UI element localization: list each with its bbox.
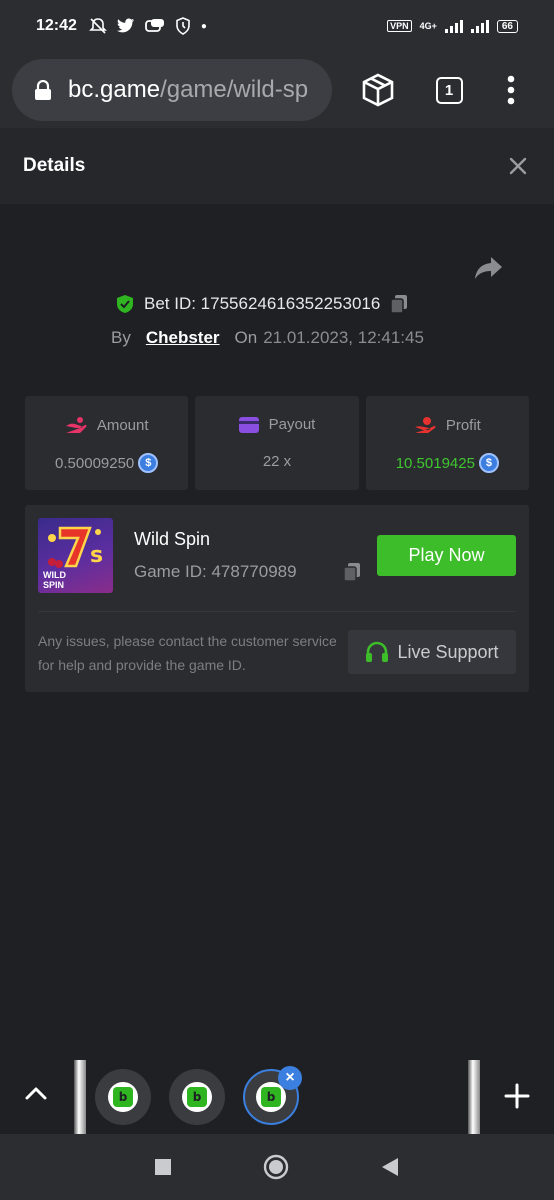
payout-card-icon <box>238 416 259 433</box>
stat-card-amount: Amount 0.50009250 $ <box>25 396 189 490</box>
android-nav-bar <box>0 1134 554 1200</box>
bet-id-row: Bet ID: 1755624616352253016 <box>116 294 408 314</box>
url-field[interactable]: bc.game/game/wild-sp <box>12 59 332 121</box>
live-support-label: Live Support <box>397 641 499 662</box>
stat-value-row: 10.5019425 $ <box>366 453 529 473</box>
share-icon[interactable] <box>474 255 504 281</box>
game-id: Game ID: 478770989 <box>134 562 297 581</box>
bell-off-icon <box>88 18 107 34</box>
bet-meta-row: By Chebster On 21.01.2023, 12:41:45 <box>111 328 424 348</box>
divider <box>38 611 516 612</box>
browser-menu-button[interactable] <box>487 66 535 114</box>
live-support-button[interactable]: Live Support <box>348 630 516 674</box>
close-icon[interactable] <box>508 156 528 176</box>
app-notification-icon <box>145 19 164 32</box>
bet-id: Bet ID: 1755624616352253016 <box>144 294 381 313</box>
tab-thumbnail[interactable]: b <box>95 1069 151 1125</box>
status-notification-icons: ● <box>88 17 207 35</box>
dot-icon: ● <box>200 20 207 32</box>
tab-switcher-button[interactable]: 1 <box>425 66 473 114</box>
twitter-icon <box>116 18 134 33</box>
stat-label: Profit <box>445 416 481 434</box>
verified-shield-icon <box>117 295 133 313</box>
stat-value: 22 x <box>262 453 292 470</box>
signal-strength-icon <box>444 19 463 33</box>
stat-value-row: 22 x <box>195 453 358 470</box>
battery-icon: 66 <box>496 19 518 33</box>
stat-value: 0.50009250 <box>55 454 135 472</box>
coin-symbol: $ <box>485 457 492 469</box>
by-label: By <box>111 328 131 347</box>
usdc-coin-icon: $ <box>138 453 159 473</box>
copy-icon[interactable] <box>343 562 361 582</box>
stat-label-row: Profit <box>366 416 529 434</box>
bcgame-logo-icon: b <box>108 1082 138 1112</box>
tab-strip-edge <box>468 1060 480 1134</box>
lock-icon <box>35 80 51 100</box>
tab-count-icon: 1 <box>435 76 463 104</box>
browser-toolbar: bc.game/game/wild-sp 1 <box>0 52 554 128</box>
thumb-text: WILD SPIN <box>43 570 66 590</box>
stat-label-row: Amount <box>25 416 188 434</box>
battery-level: 66 <box>501 20 513 32</box>
stat-label: Amount <box>96 416 149 434</box>
web3-cube-button[interactable] <box>354 66 402 114</box>
status-time: 12:42 <box>36 17 77 34</box>
user-link[interactable]: Chebster <box>146 328 220 348</box>
game-name: Wild Spin <box>134 529 211 549</box>
cube-icon <box>362 73 394 107</box>
details-title: Details <box>23 155 86 176</box>
shield-clock-icon <box>176 17 190 35</box>
copy-icon[interactable] <box>390 294 408 314</box>
details-header: Details <box>0 128 554 204</box>
game-thumbnail[interactable]: s WILD SPIN <box>38 518 113 593</box>
tab-close-icon[interactable]: × <box>278 1066 302 1090</box>
browser-tab-strip: b b b × <box>0 1058 554 1134</box>
stat-label-row: Payout <box>195 416 358 433</box>
url-path: /game/wild-sp <box>160 76 309 103</box>
amount-icon <box>65 417 87 433</box>
status-system-icons: VPN 4G+ 66 <box>387 19 518 33</box>
tab-strip-edge <box>74 1060 86 1134</box>
tab-thumbnail[interactable]: b <box>169 1069 225 1125</box>
chevron-up-icon[interactable] <box>22 1080 50 1108</box>
back-triangle-icon[interactable] <box>381 1157 399 1177</box>
url-host: bc.game <box>68 76 161 103</box>
tab-count: 1 <box>444 81 454 99</box>
svg-text:s: s <box>90 543 103 568</box>
stat-label: Payout <box>268 416 316 433</box>
signal-strength-icon-2 <box>470 19 489 33</box>
profit-hand-icon <box>414 417 436 433</box>
stat-card-profit: Profit 10.5019425 $ <box>365 396 529 490</box>
coin-symbol: $ <box>145 457 152 469</box>
game-card: s WILD SPIN Wild Spin Game ID: 478770989… <box>25 505 529 692</box>
bet-stats: Amount 0.50009250 $ Payout 22 x Profit 1… <box>25 396 529 490</box>
support-text: Any issues, please contact the customer … <box>38 633 337 673</box>
stat-value-row: 0.50009250 $ <box>25 453 188 473</box>
headset-icon <box>366 641 389 662</box>
bet-date: 21.01.2023, 12:41:45 <box>263 328 424 347</box>
more-vertical-icon <box>507 75 515 105</box>
plus-icon[interactable] <box>503 1082 531 1110</box>
recents-square-icon[interactable] <box>154 1158 172 1176</box>
network-type: 4G+ <box>419 21 437 31</box>
play-now-button[interactable]: Play Now <box>377 535 516 576</box>
home-circle-icon[interactable] <box>263 1154 289 1180</box>
vpn-badge: VPN <box>387 20 412 32</box>
usdc-coin-icon: $ <box>478 453 499 473</box>
stat-card-payout: Payout 22 x <box>195 396 359 490</box>
status-bar: 12:42 ● VPN 4G+ 66 <box>0 0 554 52</box>
bcgame-logo-icon: b <box>182 1082 212 1112</box>
on-label: On <box>234 328 258 347</box>
stat-value: 10.5019425 <box>395 454 475 472</box>
